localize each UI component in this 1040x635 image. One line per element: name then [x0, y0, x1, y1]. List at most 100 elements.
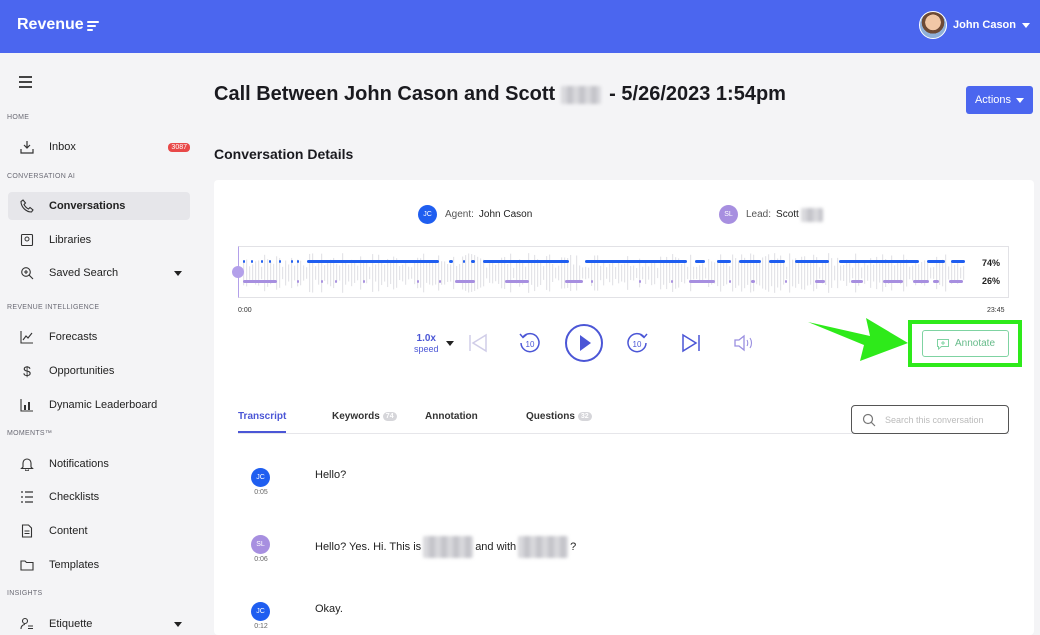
rewind-10-icon[interactable]: 10 [517, 330, 543, 356]
user-name: John Cason [953, 19, 1016, 31]
skip-previous-icon[interactable] [466, 331, 490, 355]
tab-label: Keywords [332, 411, 380, 422]
transcript-entry[interactable]: JC 0:05 Hello? [251, 468, 346, 496]
agent-info: JC Agent: John Cason [418, 205, 532, 224]
sidebar-item-label: Opportunities [49, 365, 115, 377]
chevron-down-icon[interactable] [174, 270, 182, 276]
logo-lines-icon [86, 20, 101, 31]
chevron-down-icon[interactable] [174, 621, 182, 627]
app-logo-text: Revenue [17, 16, 84, 33]
sidebar-item-templates[interactable]: Templates [8, 551, 190, 579]
playhead-handle[interactable] [232, 266, 244, 278]
transcript-search[interactable]: Search this conversation [851, 405, 1009, 434]
annotate-button[interactable]: Annotate [922, 330, 1009, 357]
redacted-name [800, 207, 823, 222]
page-title: Call Between John Cason and Scott - 5/26… [214, 83, 786, 106]
sidebar-item-libraries[interactable]: Libraries [8, 226, 190, 254]
transcript-entry[interactable]: JC 0:12 Okay. [251, 602, 343, 630]
line-chart-icon [20, 330, 34, 344]
sidebar: HOME Inbox 3087 CONVERSATION AI Conversa… [0, 53, 198, 635]
entry-text: and with [475, 541, 517, 553]
search-plus-icon [20, 266, 34, 280]
annotate-label: Annotate [954, 338, 996, 349]
sidebar-item-label: Dynamic Leaderboard [49, 399, 158, 411]
total-time: 23:45 [987, 307, 1005, 314]
sidebar-item-saved-search[interactable]: Saved Search [8, 259, 190, 287]
lead-info: SL Lead: Scott [719, 205, 823, 224]
section-title: Conversation Details [214, 146, 354, 162]
speed-selector[interactable]: 1.0x speed [414, 333, 439, 355]
sidebar-item-notifications[interactable]: Notifications [8, 450, 190, 478]
green-arrow-icon [808, 318, 908, 361]
speed-value: 1.0x [416, 333, 436, 344]
sidebar-item-dynamic-leaderboard[interactable]: Dynamic Leaderboard [8, 391, 190, 419]
actions-button[interactable]: Actions [966, 86, 1033, 114]
speed-label: speed [414, 344, 439, 354]
actions-label: Actions [974, 94, 1012, 106]
tab-keywords[interactable]: Keywords 74 [332, 411, 397, 422]
search-icon [862, 413, 876, 426]
sidebar-item-forecasts[interactable]: Forecasts [8, 323, 190, 351]
phone-icon [20, 199, 34, 213]
redacted-name [423, 536, 474, 558]
forward-10-icon[interactable]: 10 [624, 330, 650, 356]
sidebar-item-inbox[interactable]: Inbox 3087 [8, 133, 190, 161]
folder-icon [20, 558, 34, 572]
entry-timestamp[interactable]: 0:06 [251, 556, 271, 563]
bell-icon [20, 457, 34, 471]
dollar-icon: $ [23, 363, 31, 379]
play-button[interactable] [564, 323, 604, 363]
sidebar-item-opportunities[interactable]: $ Opportunities [8, 357, 190, 385]
skip-next-icon[interactable] [679, 331, 703, 355]
tab-transcript[interactable]: Transcript [238, 411, 286, 422]
library-icon [20, 233, 34, 247]
agent-label: Agent: [445, 209, 474, 220]
tab-annotation[interactable]: Annotation [425, 411, 478, 422]
speaker-avatar: JC [251, 468, 270, 487]
redacted-name [518, 536, 569, 558]
inbox-icon [20, 140, 34, 154]
entry-text: Hello? [315, 469, 347, 481]
sidebar-item-label: Templates [49, 559, 100, 571]
user-list-icon [20, 617, 34, 631]
speaker-avatar: JC [251, 602, 270, 621]
tab-label: Annotation [425, 411, 478, 422]
sidebar-item-label: Inbox [49, 141, 76, 153]
menu-icon[interactable] [19, 76, 32, 88]
sidebar-item-etiquette[interactable]: Etiquette [8, 610, 190, 635]
redacted-name [561, 85, 602, 104]
user-menu[interactable]: John Cason [919, 11, 1030, 39]
transcript-entry[interactable]: SL 0:06 Hello? Yes. Hi. This is and with… [251, 535, 576, 563]
comment-plus-icon [936, 338, 949, 350]
tab-questions[interactable]: Questions 32 [526, 411, 592, 422]
section-moments: MOMENTS™ [7, 430, 53, 437]
checklist-icon [20, 490, 34, 504]
page-title-suffix: - 5/26/2023 1:54pm [609, 83, 786, 105]
document-icon [20, 524, 34, 538]
app-logo[interactable]: Revenue [17, 16, 101, 34]
volume-icon[interactable] [733, 333, 755, 353]
sidebar-item-label: Forecasts [49, 331, 98, 343]
speaker-avatar: SL [251, 535, 270, 554]
chevron-down-icon[interactable] [446, 341, 454, 346]
lead-avatar: SL [719, 205, 738, 224]
entry-timestamp[interactable]: 0:12 [251, 623, 271, 630]
waveform-graphic [243, 253, 965, 293]
sidebar-item-conversations[interactable]: Conversations [8, 192, 190, 220]
sidebar-item-label: Saved Search [49, 267, 119, 279]
entry-text: Okay. [315, 603, 343, 615]
sidebar-item-label: Content [49, 525, 88, 537]
tab-count-badge: 74 [382, 412, 397, 421]
sidebar-item-content[interactable]: Content [8, 517, 190, 545]
sidebar-item-label: Notifications [49, 458, 109, 470]
audio-waveform[interactable]: 74% 26% [238, 246, 1009, 298]
search-input[interactable]: Search this conversation [885, 415, 984, 425]
tab-label: Questions [526, 411, 575, 422]
tab-label: Transcript [238, 411, 287, 422]
lead-label: Lead: [746, 209, 772, 220]
sidebar-item-label: Conversations [49, 200, 126, 212]
forward-seconds: 10 [633, 340, 642, 349]
tab-count-badge: 32 [577, 412, 592, 421]
sidebar-item-checklists[interactable]: Checklists [8, 483, 190, 511]
entry-timestamp[interactable]: 0:05 [251, 489, 271, 496]
